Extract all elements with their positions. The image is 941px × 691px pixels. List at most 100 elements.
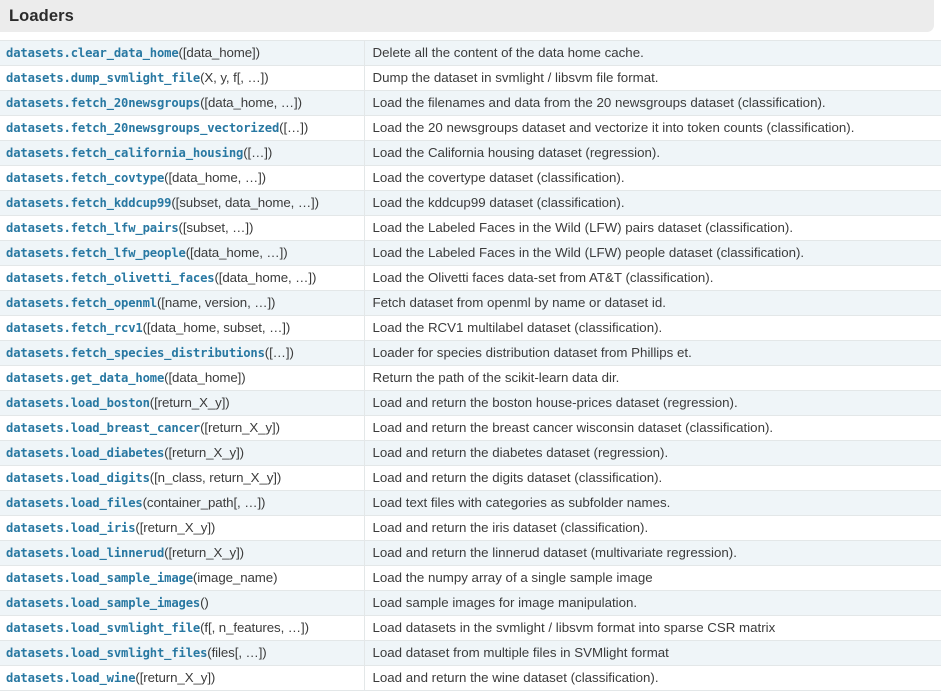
function-args: ([return_X_y]) (164, 545, 245, 560)
table-row: datasets.fetch_lfw_people([data_home, …]… (0, 240, 941, 266)
function-description-cell: Fetch dataset from openml by name or dat… (363, 290, 941, 316)
function-link[interactable]: datasets.dump_svmlight_file (6, 71, 200, 85)
function-link[interactable]: datasets.load_sample_image (6, 571, 193, 585)
function-description-cell: Load datasets in the svmlight / libsvm f… (363, 615, 941, 641)
function-link[interactable]: datasets.fetch_lfw_pairs (6, 221, 179, 235)
function-signature-cell: datasets.get_data_home([data_home]) (0, 365, 364, 391)
function-signature-cell: datasets.load_sample_images() (0, 590, 364, 616)
function-description-cell: Load the RCV1 multilabel dataset (classi… (363, 315, 941, 341)
function-description-cell: Load the Labeled Faces in the Wild (LFW)… (363, 240, 941, 266)
function-description-cell: Load the kddcup99 dataset (classificatio… (363, 190, 941, 216)
function-signature-cell: datasets.fetch_olivetti_faces([data_home… (0, 265, 364, 291)
function-signature-cell: datasets.fetch_openml([name, version, …]… (0, 290, 364, 316)
function-link[interactable]: datasets.load_files (6, 496, 143, 510)
function-signature-cell: datasets.fetch_covtype([data_home, …]) (0, 165, 364, 191)
function-link[interactable]: datasets.load_svmlight_file (6, 621, 200, 635)
function-args: ([return_X_y]) (200, 420, 280, 435)
function-args: ([name, version, …]) (156, 295, 276, 310)
function-signature-cell: datasets.load_digits([n_class, return_X_… (0, 465, 364, 491)
table-row: datasets.fetch_olivetti_faces([data_home… (0, 265, 941, 291)
function-link[interactable]: datasets.fetch_species_distributions (6, 346, 265, 360)
table-row: datasets.fetch_kddcup99([subset, data_ho… (0, 190, 941, 216)
function-signature-cell: datasets.fetch_species_distributions([…]… (0, 340, 364, 366)
function-signature-cell: datasets.dump_svmlight_file(X, y, f[, …]… (0, 65, 364, 91)
function-description-cell: Load and return the linnerud dataset (mu… (363, 540, 941, 566)
function-description-cell: Load text files with categories as subfo… (363, 490, 941, 516)
function-args: ([subset, data_home, …]) (171, 195, 319, 210)
function-description-cell: Load and return the wine dataset (classi… (363, 665, 941, 691)
function-args: ([data_home, …]) (214, 270, 317, 285)
function-link[interactable]: datasets.load_svmlight_files (6, 646, 207, 660)
function-args: ([data_home]) (164, 370, 246, 385)
function-args: () (200, 595, 209, 610)
function-link[interactable]: datasets.fetch_openml (6, 296, 157, 310)
function-link[interactable]: datasets.load_sample_images (6, 596, 200, 610)
function-signature-cell: datasets.load_breast_cancer([return_X_y]… (0, 415, 364, 441)
function-link[interactable]: datasets.load_boston (6, 396, 150, 410)
function-args: ([return_X_y]) (135, 670, 216, 685)
table-row: datasets.dump_svmlight_file(X, y, f[, …]… (0, 65, 941, 91)
table-body: datasets.clear_data_home ([data_home]) Del… (0, 40, 941, 691)
function-link[interactable]: datasets.clear_data_home (6, 46, 179, 60)
function-signature-cell: datasets.load_svmlight_file(f[, n_featur… (0, 615, 364, 641)
function-description-cell: Load and return the iris dataset (classi… (363, 515, 941, 541)
function-args: ([n_class, return_X_y]) (149, 470, 282, 485)
function-description-cell: Load the Olivetti faces data-set from AT… (363, 265, 941, 291)
function-args: ([subset, …]) (178, 220, 254, 235)
function-args: ([data_home, …]) (200, 95, 302, 110)
function-args: ([data_home, …]) (164, 170, 266, 185)
function-signature-cell: datasets.load_wine([return_X_y]) (0, 665, 364, 691)
function-link[interactable]: datasets.load_digits (6, 471, 150, 485)
function-args: ([return_X_y]) (135, 520, 216, 535)
function-signature-cell: datasets.fetch_lfw_pairs([subset, …]) (0, 215, 364, 241)
function-link[interactable]: datasets.load_iris (6, 521, 136, 535)
function-args: ([return_X_y]) (149, 395, 230, 410)
function-link[interactable]: datasets.fetch_20newsgroups (6, 96, 200, 110)
function-description-cell: Load and return the diabetes dataset (re… (363, 440, 941, 466)
function-signature-cell: datasets.fetch_lfw_people([data_home, …]… (0, 240, 364, 266)
function-description-cell: Return the path of the scikit-learn data… (363, 365, 941, 391)
function-link[interactable]: datasets.fetch_rcv1 (6, 321, 143, 335)
function-args: ([data_home, subset, …]) (142, 320, 291, 335)
function-link[interactable]: datasets.fetch_20newsgroups_vectorized (6, 121, 279, 135)
function-link[interactable]: datasets.fetch_covtype (6, 171, 164, 185)
function-description-cell: Load the California housing dataset (reg… (363, 140, 941, 166)
function-signature-cell: datasets.load_boston([return_X_y]) (0, 390, 364, 416)
function-args: (container_path[, …]) (142, 495, 266, 510)
table-row: datasets.load_linnerud([return_X_y]) Load… (0, 540, 941, 566)
function-args: ([…]) (279, 120, 309, 135)
function-signature-cell: datasets.load_files(container_path[, …]) (0, 490, 364, 516)
table-row: datasets.load_svmlight_files(files[, …])… (0, 640, 941, 666)
function-description-cell: Load the numpy array of a single sample … (363, 565, 941, 591)
function-link[interactable]: datasets.load_diabetes (6, 446, 164, 460)
table-row: datasets.load_boston([return_X_y]) Load a… (0, 390, 941, 416)
function-args: ([…]) (243, 145, 273, 160)
function-signature-cell: datasets.fetch_20newsgroups([data_home, … (0, 90, 364, 116)
loaders-api-table: datasets.clear_data_home ([data_home]) Del… (0, 40, 941, 691)
function-args: ([…]) (264, 345, 294, 360)
table-row: datasets.load_sample_images() Load sample… (0, 590, 941, 616)
function-description-cell: Load the 20 newsgroups dataset and vecto… (363, 115, 941, 141)
function-link[interactable]: datasets.fetch_olivetti_faces (6, 271, 215, 285)
table-row: datasets.clear_data_home([data_home]) Del… (0, 40, 941, 66)
function-signature-cell: datasets.fetch_kddcup99([subset, data_ho… (0, 190, 364, 216)
function-link[interactable]: datasets.fetch_kddcup99 (6, 196, 171, 210)
function-args: ([return_X_y]) (164, 445, 245, 460)
page-title: Loaders (9, 6, 74, 25)
function-link[interactable]: datasets.fetch_california_housing (6, 146, 243, 160)
table-row: datasets.load_svmlight_file(f[, n_featur… (0, 615, 941, 641)
function-link[interactable]: datasets.fetch_lfw_people (6, 246, 186, 260)
table-row: datasets.fetch_rcv1([data_home, subset, … (0, 315, 941, 341)
table-row: datasets.load_wine([return_X_y]) Load and… (0, 665, 941, 691)
table-row: datasets.load_diabetes([return_X_y]) Load… (0, 440, 941, 466)
section-header: Loaders (0, 0, 934, 32)
function-description-cell: Load the covertype dataset (classificati… (363, 165, 941, 191)
function-description-cell: Delete all the content of the data home … (363, 40, 941, 66)
function-signature-cell: datasets.load_svmlight_files(files[, …]) (0, 640, 364, 666)
function-signature-cell: datasets.load_diabetes([return_X_y]) (0, 440, 364, 466)
function-link[interactable]: datasets.get_data_home (6, 371, 164, 385)
function-link[interactable]: datasets.load_breast_cancer (6, 421, 200, 435)
table-row: datasets.load_files(container_path[, …])… (0, 490, 941, 516)
function-link[interactable]: datasets.load_wine (6, 671, 136, 685)
function-link[interactable]: datasets.load_linnerud (6, 546, 164, 560)
